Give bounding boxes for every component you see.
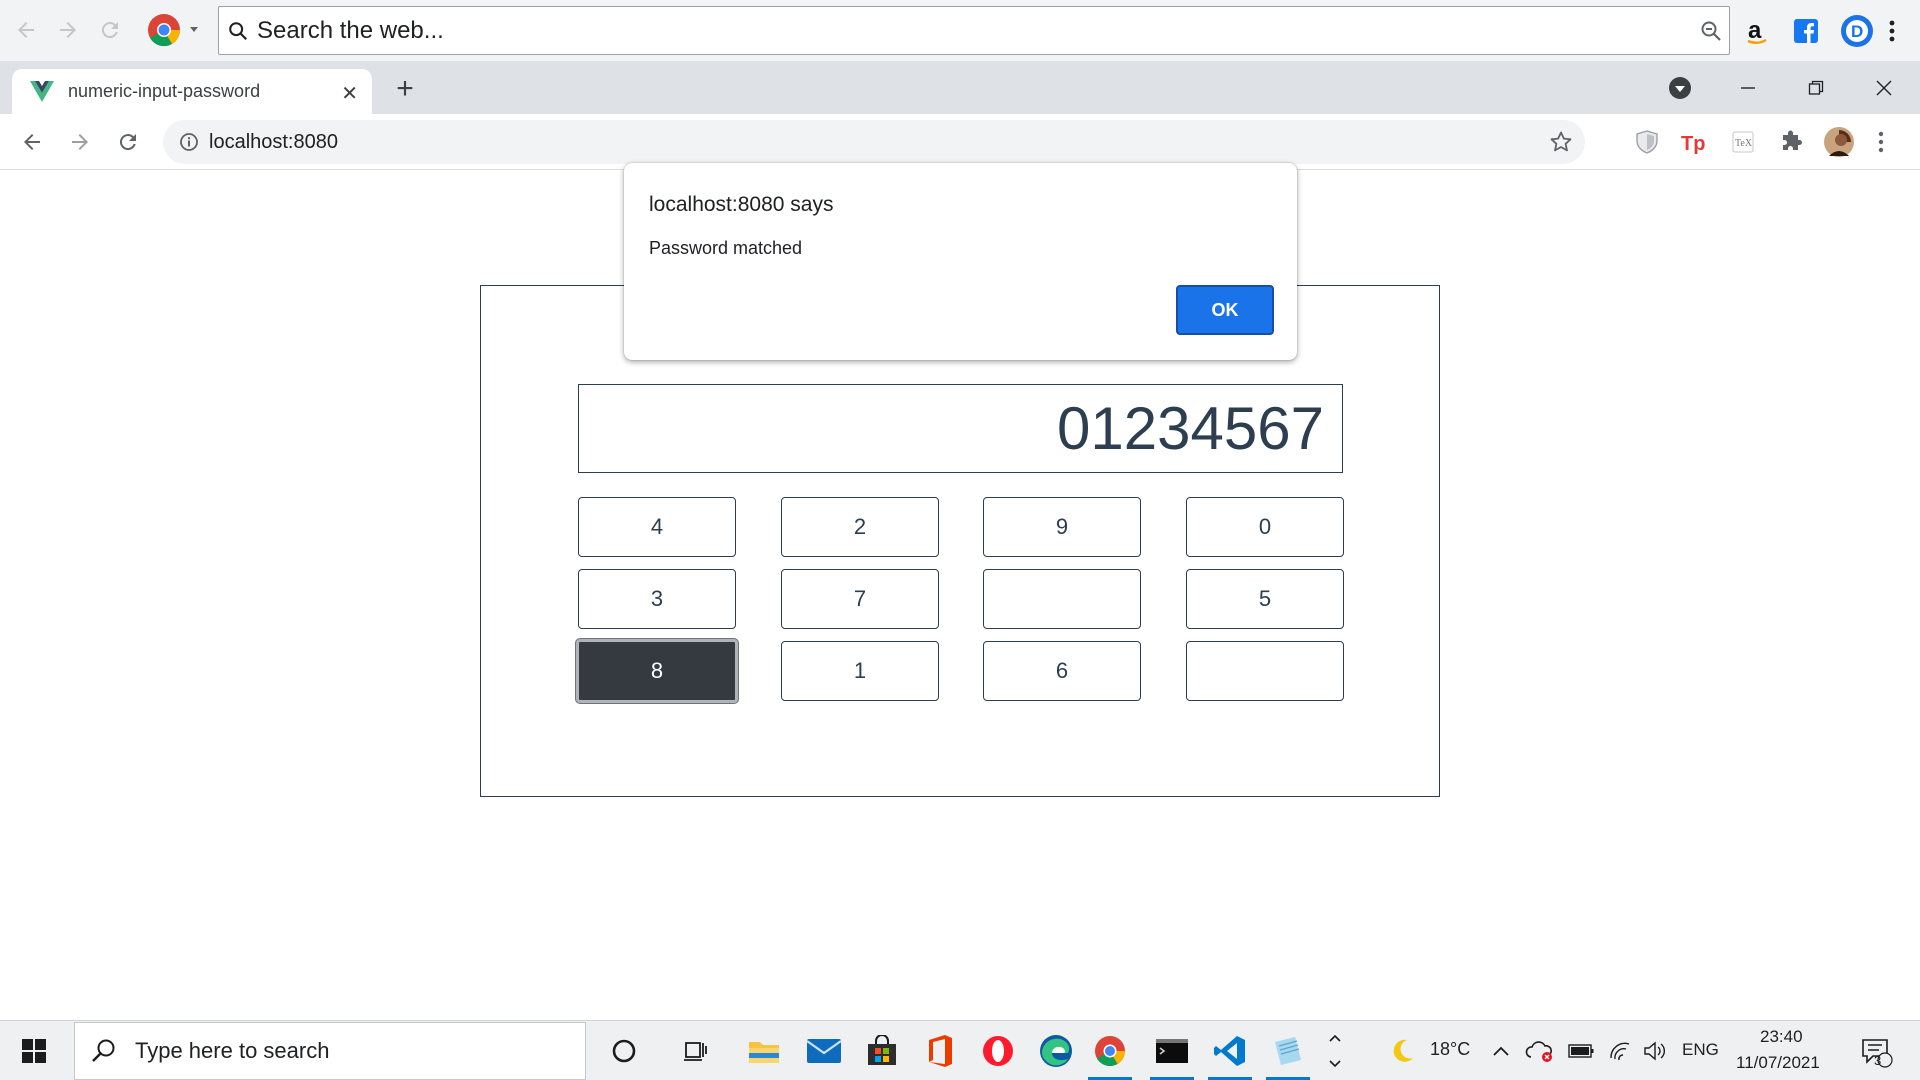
new-tab-button[interactable]: + [388, 73, 422, 107]
key-button[interactable]: 2 [781, 497, 939, 557]
search-icon [227, 20, 249, 42]
restore-icon[interactable] [1782, 61, 1850, 114]
office-icon[interactable] [916, 1027, 964, 1075]
back-icon[interactable] [14, 124, 50, 160]
opera-icon[interactable] [974, 1027, 1022, 1075]
password-display: 01234567 [578, 384, 1343, 473]
back-arrow-icon[interactable] [10, 14, 42, 46]
mail-icon[interactable] [800, 1027, 848, 1075]
bookmark-star-icon[interactable] [1549, 130, 1573, 154]
vue-logo-icon [30, 80, 54, 103]
refresh-icon[interactable] [110, 124, 146, 160]
key-button-blank[interactable] [1186, 641, 1344, 701]
terminal-icon[interactable] [1148, 1027, 1196, 1075]
tab-strip: numeric-input-password ✕ + [0, 61, 1920, 114]
svg-text:TeX: TeX [1735, 138, 1753, 149]
clock-time[interactable]: 23:40 [1760, 1027, 1803, 1047]
tex-extension-icon[interactable]: TeX [1725, 124, 1761, 160]
tray-chevron-up-icon[interactable] [1486, 1027, 1516, 1075]
web-search-text: Search the web... [257, 16, 444, 44]
svg-text:D: D [1851, 22, 1863, 41]
reload-icon[interactable] [94, 14, 126, 46]
cortana-icon[interactable] [600, 1027, 648, 1075]
key-button[interactable]: 1 [781, 641, 939, 701]
file-explorer-icon[interactable] [740, 1027, 788, 1075]
outer-toolbar: Search the web... a D [0, 0, 1920, 61]
key-button[interactable]: 4 [578, 497, 736, 557]
dialog-message: Password matched [649, 238, 803, 258]
tab-numeric-input-password[interactable]: numeric-input-password ✕ [12, 69, 372, 114]
taskbar-search-box[interactable]: Type here to search [74, 1022, 586, 1080]
notepad-icon[interactable] [1264, 1027, 1312, 1075]
tp-extension-icon[interactable]: Tp [1677, 124, 1713, 160]
browser-menu-icon[interactable] [1869, 124, 1893, 160]
notification-count: 3 [1874, 1053, 1882, 1068]
windows-start-icon[interactable] [10, 1027, 58, 1075]
edge-icon[interactable] [1032, 1027, 1080, 1075]
svg-text:Tp: Tp [1681, 133, 1705, 154]
wifi-icon[interactable] [1602, 1027, 1638, 1075]
zoom-icon[interactable] [1699, 19, 1723, 43]
clock-date[interactable]: 11/07/2021 [1736, 1053, 1820, 1073]
key-button[interactable]: 9 [983, 497, 1141, 557]
dialog-origin: localhost:8080 says [649, 193, 834, 216]
taskbar-search-icon [91, 1038, 117, 1064]
close-window-icon[interactable] [1850, 61, 1918, 114]
tab-search-icon[interactable] [1646, 61, 1714, 114]
store-icon[interactable] [858, 1027, 906, 1075]
key-button[interactable]: 7 [781, 569, 939, 629]
key-button-active[interactable]: 8 [576, 639, 738, 703]
language-indicator[interactable]: ENG [1682, 1040, 1719, 1060]
onedrive-error-icon[interactable] [1520, 1027, 1560, 1075]
browser-toolbar: localhost:8080 Tp TeX [0, 114, 1920, 170]
web-search-box[interactable]: Search the web... [218, 6, 1730, 55]
key-button-blank[interactable] [983, 569, 1141, 629]
chrome-taskbar-icon[interactable] [1086, 1027, 1134, 1075]
task-view-icon[interactable] [672, 1027, 720, 1075]
windows-taskbar: Type here to search 18°C ENG 23:40 11/07… [0, 1020, 1920, 1080]
shield-extension-icon[interactable] [1629, 124, 1665, 160]
key-button[interactable]: 3 [578, 569, 736, 629]
weather-moon-icon[interactable] [1378, 1027, 1426, 1075]
url-text: localhost:8080 [209, 130, 338, 153]
volume-icon[interactable] [1638, 1027, 1674, 1075]
password-panel: 01234567 4 2 9 0 3 7 5 8 1 6 [480, 285, 1440, 797]
forward-icon[interactable] [62, 124, 98, 160]
amazon-extension-icon[interactable]: a [1740, 14, 1774, 48]
extensions-puzzle-icon[interactable] [1773, 124, 1809, 160]
key-button[interactable]: 0 [1186, 497, 1344, 557]
taskbar-scroll-icon[interactable] [1320, 1027, 1350, 1075]
profile-avatar-icon[interactable] [1821, 124, 1857, 160]
facebook-extension-icon[interactable] [1789, 14, 1823, 48]
forward-arrow-icon[interactable] [52, 14, 84, 46]
profile-d-icon[interactable]: D [1840, 14, 1874, 48]
key-button[interactable]: 6 [983, 641, 1141, 701]
tab-title: numeric-input-password [68, 81, 261, 101]
vscode-icon[interactable] [1206, 1027, 1254, 1075]
taskbar-search-placeholder: Type here to search [135, 1038, 330, 1063]
minimize-icon[interactable] [1714, 61, 1782, 114]
site-info-icon[interactable] [179, 132, 199, 152]
alert-dialog: localhost:8080 says Password matched OK [624, 163, 1297, 360]
chrome-menu-icon[interactable] [146, 14, 202, 47]
key-button[interactable]: 5 [1186, 569, 1344, 629]
tab-close-icon[interactable]: ✕ [341, 81, 358, 106]
address-bar[interactable]: localhost:8080 [163, 120, 1585, 164]
svg-text:a: a [1748, 17, 1762, 44]
ok-button[interactable]: OK [1176, 285, 1274, 335]
outer-menu-icon[interactable] [1880, 14, 1904, 48]
weather-temperature[interactable]: 18°C [1430, 1039, 1470, 1060]
battery-icon[interactable] [1562, 1027, 1600, 1075]
